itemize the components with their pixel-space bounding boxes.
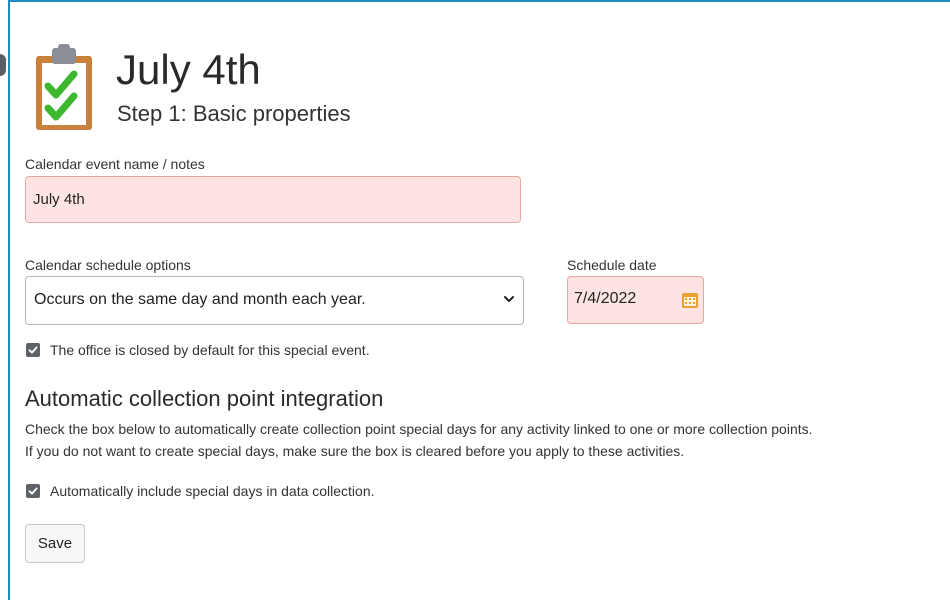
checkmark-icon: [28, 487, 38, 495]
panel-edge-handle: [0, 54, 6, 76]
schedule-date-input[interactable]: 7/4/2022: [567, 276, 704, 324]
schedule-options-select[interactable]: Occurs on the same day and month each ye…: [25, 276, 524, 325]
include-special-days-checkbox[interactable]: [26, 484, 40, 498]
collection-description-line1: Check the box below to automatically cre…: [25, 421, 813, 437]
clipboard-check-icon: [36, 44, 92, 130]
schedule-options-value: Occurs on the same day and month each ye…: [34, 291, 366, 308]
collection-description-line2: If you do not want to create special day…: [25, 443, 685, 459]
schedule-date-value: 7/4/2022: [574, 290, 637, 307]
office-closed-checkbox[interactable]: [26, 343, 40, 357]
checkmark-icon: [28, 346, 38, 354]
collection-heading: Automatic collection point integration: [25, 386, 384, 411]
office-closed-label: The office is closed by default for this…: [50, 342, 370, 358]
page-subtitle: Step 1: Basic properties: [117, 101, 351, 126]
event-name-input[interactable]: [25, 176, 521, 223]
include-special-days-label: Automatically include special days in da…: [50, 483, 375, 499]
event-name-label: Calendar event name / notes: [25, 156, 205, 172]
chevron-down-icon: [504, 296, 514, 302]
schedule-date-label: Schedule date: [567, 257, 657, 273]
save-button[interactable]: Save: [25, 524, 85, 563]
page-title: July 4th: [116, 46, 261, 93]
calendar-icon[interactable]: [681, 291, 699, 309]
schedule-options-label: Calendar schedule options: [25, 257, 191, 273]
